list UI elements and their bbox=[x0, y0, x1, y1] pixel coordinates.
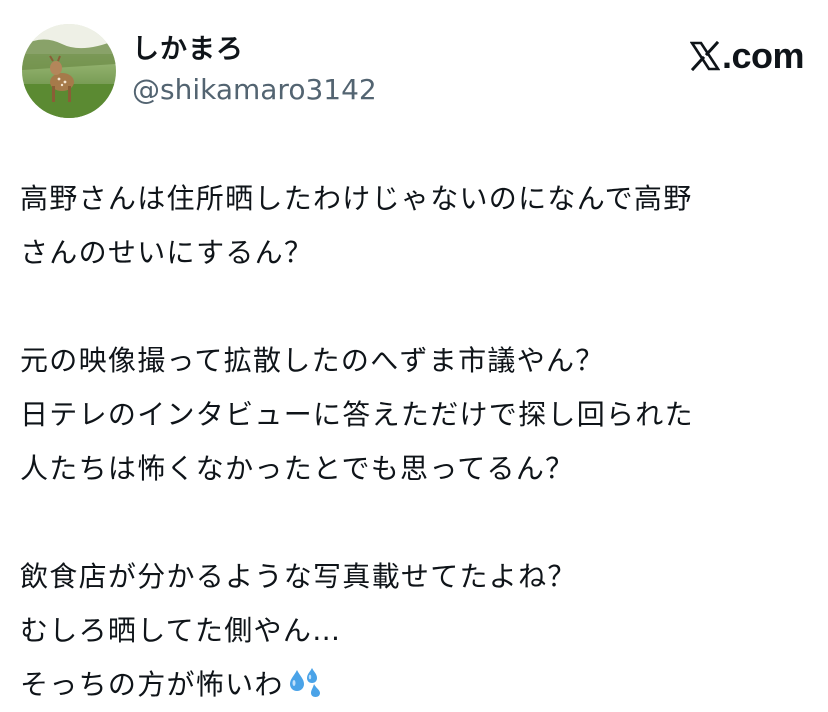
author-handle[interactable]: @shikamaro3142 bbox=[132, 70, 377, 110]
tweet-line-text: そっちの方が怖いわ bbox=[20, 668, 284, 701]
author-display-name[interactable]: しかまろ bbox=[132, 32, 377, 68]
tweet-line-last: そっちの方が怖いわ bbox=[20, 658, 810, 712]
tweet-line: 人たちは怖くなかったとでも思ってるん？ bbox=[20, 452, 575, 485]
tweet-line: 日テレのインタビューに答えただけで探し回られた bbox=[20, 398, 694, 431]
x-brand[interactable]: .com bbox=[689, 35, 805, 76]
x-logo-icon bbox=[689, 41, 720, 71]
avatar[interactable] bbox=[22, 24, 116, 118]
brand-domain-text: .com bbox=[721, 35, 805, 76]
tweet-line: 元の映像撮って拡散したのへずま市議やん？ bbox=[20, 344, 605, 377]
author-names: しかまろ @shikamaro3142 bbox=[132, 32, 377, 110]
sweat-droplets-emoji-icon bbox=[289, 668, 320, 697]
deer-photo-avatar-icon bbox=[22, 24, 116, 118]
tweet-line: 飲食店が分かるような写真載せてたよね？ bbox=[20, 560, 577, 593]
tweet-line: むしろ晒してた側やん… bbox=[20, 614, 342, 647]
tweet-header: しかまろ @shikamaro3142 .com bbox=[22, 24, 808, 120]
tweet-line: さんのせいにするん？ bbox=[20, 236, 314, 269]
tweet-line: 高野さんは住所晒したわけじゃないのになんで高野 bbox=[20, 182, 693, 215]
tweet-text: 高野さんは住所晒したわけじゃないのになんで高野 さんのせいにするん？ 元の映像撮… bbox=[20, 172, 810, 712]
